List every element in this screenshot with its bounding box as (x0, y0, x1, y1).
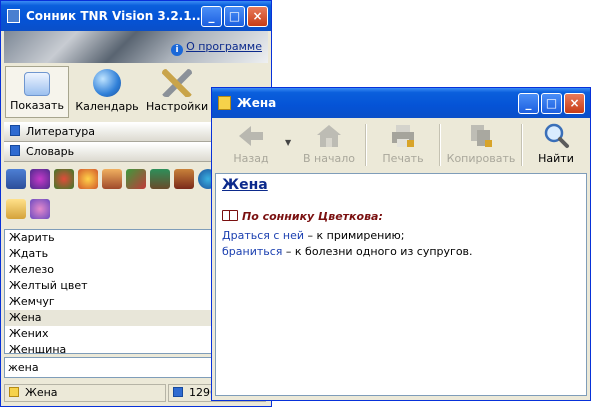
category-7-icon[interactable] (150, 169, 170, 189)
interpretation-line: Драться с ней – к примирению; (222, 229, 405, 242)
info-icon: i (171, 44, 184, 56)
section-literature-label: Литература (26, 125, 95, 138)
banner: iО программе (4, 31, 268, 63)
back-dropdown-icon[interactable]: ▼ (285, 138, 291, 147)
note-icon (9, 387, 19, 397)
about-link-label: О программе (186, 40, 262, 53)
about-link[interactable]: iО программе (171, 40, 262, 56)
status-current-label: Жена (25, 386, 58, 399)
show-label: Показать (10, 99, 64, 112)
app-icon (7, 9, 20, 23)
back-button[interactable]: Назад (221, 121, 281, 169)
close-button[interactable]: × (247, 6, 268, 27)
interpretation-line: браниться – к болезни одного из супругов… (222, 245, 473, 258)
article-headword: Жена (222, 177, 268, 193)
print-label: Печать (382, 152, 424, 165)
print-button[interactable]: Печать (371, 121, 435, 169)
show-icon (24, 72, 50, 96)
home-label: В начало (303, 152, 355, 165)
popup-maximize-button[interactable]: □ (541, 93, 562, 114)
category-8-icon[interactable] (174, 169, 194, 189)
popup-minimize-button[interactable]: _ (518, 93, 539, 114)
interpretation-text: – к примирению; (304, 229, 405, 242)
category-10-icon[interactable] (6, 199, 26, 219)
article-window: Жена _ □ × Назад ▼ В начало Печать Копир… (211, 87, 591, 401)
popup-close-button[interactable]: × (564, 93, 585, 114)
maximize-button[interactable]: □ (224, 6, 245, 27)
back-label: Назад (233, 152, 269, 165)
search-magnifier-icon (544, 123, 569, 148)
copy-icon (471, 125, 492, 147)
copy-label: Копировать (446, 152, 516, 165)
category-11-icon[interactable] (30, 199, 50, 219)
article-titlebar[interactable]: Жена _ □ × (212, 88, 590, 118)
find-label: Найти (538, 152, 574, 165)
status-current-word: Жена (4, 384, 166, 402)
category-6-icon[interactable] (126, 169, 146, 189)
article-toolbar: Назад ▼ В начало Печать Копировать Найти (215, 118, 587, 172)
article-content: Жена По соннику Цветкова: Драться с ней … (215, 173, 587, 396)
find-button[interactable]: Найти (527, 121, 585, 169)
book-icon (10, 125, 20, 136)
section-dictionary-label: Словарь (26, 145, 75, 158)
book-icon (173, 387, 183, 397)
toolbar-separator (439, 124, 441, 166)
category-1-icon[interactable] (6, 169, 26, 189)
calendar-globe-icon (93, 69, 121, 97)
toolbar-separator (365, 124, 367, 166)
minimize-button[interactable]: _ (201, 6, 222, 27)
back-arrow-icon (239, 126, 263, 146)
category-2-icon[interactable] (30, 169, 50, 189)
category-4-icon[interactable] (78, 169, 98, 189)
note-icon (218, 96, 231, 110)
home-icon (317, 125, 341, 147)
settings-tools-icon (162, 69, 192, 97)
book-icon (10, 145, 20, 156)
source-heading: По соннику Цветкова: (222, 210, 383, 223)
interpretation-text: – к болезни одного из супругов. (282, 245, 473, 258)
calendar-button[interactable]: Календарь (74, 66, 140, 118)
toolbar-separator (521, 124, 523, 166)
main-window-title: Сонник TNR Vision 3.2.1... (26, 9, 206, 23)
home-button[interactable]: В начало (297, 121, 361, 169)
source-label: По соннику Цветкова: (242, 210, 383, 223)
printer-icon (392, 125, 414, 147)
show-button[interactable]: Показать (5, 66, 69, 118)
copy-button[interactable]: Копировать (445, 121, 517, 169)
category-5-icon[interactable] (102, 169, 122, 189)
settings-label: Настройки (146, 100, 209, 113)
interpretation-link[interactable]: браниться (222, 245, 282, 258)
article-window-title: Жена (237, 96, 277, 110)
open-book-icon (222, 210, 238, 221)
category-3-icon[interactable] (54, 169, 74, 189)
main-titlebar[interactable]: Сонник TNR Vision 3.2.1... _ □ × (1, 1, 271, 31)
calendar-label: Календарь (75, 100, 139, 113)
interpretation-link[interactable]: Драться с ней (222, 229, 304, 242)
settings-button[interactable]: Настройки (146, 66, 208, 118)
